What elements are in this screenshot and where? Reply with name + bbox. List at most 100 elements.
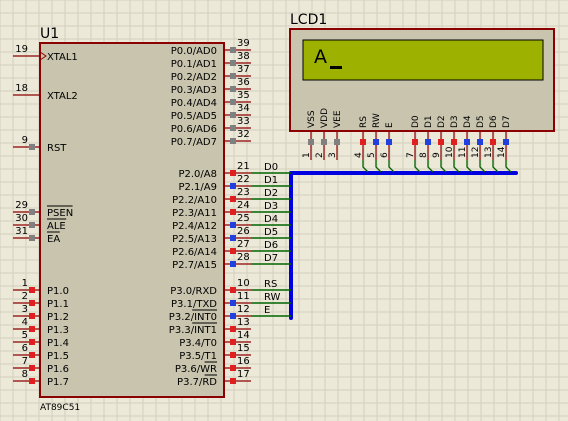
pin-name: XTAL1 (47, 52, 78, 63)
pin-name: P1.7 (47, 377, 69, 388)
pin-name: P3.4/T0 (179, 338, 217, 349)
net-label: E (264, 305, 270, 316)
pin-name: D3 (450, 115, 460, 128)
pin-name: P2.6/A14 (172, 247, 217, 258)
pin-number: 35 (237, 90, 250, 101)
pin-number: 37 (237, 64, 250, 75)
pin-state-indicator (334, 139, 340, 145)
pin-name: RW (372, 113, 382, 128)
pin-number: 27 (237, 239, 250, 250)
lcd-screen (302, 39, 544, 81)
pin-state-indicator (477, 139, 483, 145)
pin-state-indicator (230, 235, 236, 241)
pin-name: P3.0/RXD (170, 286, 217, 297)
pin-number: 9 (22, 135, 28, 146)
pin-name: PSEN (47, 208, 73, 219)
pin-state-indicator (412, 139, 418, 145)
pin-state-indicator (230, 222, 236, 228)
pin-state-indicator (464, 139, 470, 145)
pin-number: 23 (237, 187, 250, 198)
pin-number: 1 (302, 152, 312, 158)
pin-number: 33 (237, 116, 250, 127)
pin-name: P2.3/A11 (172, 208, 217, 219)
pin-name: ALE (47, 221, 66, 232)
pin-state-indicator (29, 144, 35, 150)
pin-number: 19 (15, 44, 28, 55)
pin-number: 24 (237, 200, 250, 211)
pin-name: VSS (307, 110, 317, 128)
pin-name: P2.0/A8 (178, 169, 217, 180)
mcu-reference: U1 (40, 26, 59, 42)
pin-state-indicator (29, 222, 35, 228)
pin-state-indicator (230, 339, 236, 345)
pin-state-indicator (230, 183, 236, 189)
pin-name: P1.2 (47, 312, 69, 323)
pin-number: 9 (432, 152, 442, 158)
pin-name: P0.0/AD0 (171, 46, 217, 57)
pin-number: 4 (22, 317, 28, 328)
mcu-right-pins: 39 P0.0/AD0 38 P0.1/AD1 37 P0.2/AD2 36 P0.3/AD3… (169, 38, 251, 388)
pin-name: D5 (476, 115, 486, 128)
net-label: D0 (264, 162, 278, 173)
pin-number: 6 (380, 152, 390, 158)
net-label: RW (264, 292, 281, 303)
net-label: D3 (264, 201, 278, 212)
pin-name: P2.7/A15 (172, 260, 217, 271)
pin-number: 31 (15, 226, 28, 237)
pin-state-indicator (230, 47, 236, 53)
pin-name: P1.4 (47, 338, 69, 349)
pin-state-indicator (29, 339, 35, 345)
pin-number: 15 (237, 343, 250, 354)
pin-number: 2 (22, 291, 28, 302)
pin-state-indicator (29, 313, 35, 319)
pin-name: P2.4/A12 (172, 221, 217, 232)
pin-state-indicator (29, 352, 35, 358)
pin-number: 5 (367, 152, 377, 158)
pin-name: P0.5/AD5 (171, 111, 217, 122)
net-label: D1 (264, 175, 278, 186)
schematic-canvas[interactable]: U1 AT89C51 19XTAL118XTAL29RST29PSEN30ALE… (0, 0, 568, 421)
pin-state-indicator (29, 300, 35, 306)
pin-state-indicator (230, 73, 236, 79)
pin-name: P1.1 (47, 299, 69, 310)
net-label: RS (264, 279, 277, 290)
pin-state-indicator (386, 139, 392, 145)
pin-state-indicator (230, 261, 236, 267)
pin-state-indicator (29, 378, 35, 384)
pin-number: 36 (237, 77, 250, 88)
pin-name: P2.1/A9 (178, 182, 217, 193)
pin-number: 13 (484, 147, 494, 158)
pin-number: 22 (237, 174, 250, 185)
net-label: D4 (264, 214, 278, 225)
pin-number: 32 (237, 129, 250, 140)
pin-name: P0.2/AD2 (171, 72, 217, 83)
pin-name: D1 (424, 115, 434, 128)
pin-number: 21 (237, 161, 250, 172)
net-label: D6 (264, 240, 278, 251)
pin-name: P3.6/WR (175, 364, 217, 375)
pin-number: 39 (237, 38, 250, 49)
mcu-component[interactable]: U1 AT89C51 19XTAL118XTAL29RST29PSEN30ALE… (13, 26, 251, 413)
pin-number: 4 (354, 152, 364, 158)
pin-name: P0.6/AD6 (171, 124, 217, 135)
pin-name: P1.5 (47, 351, 69, 362)
pin-number: 14 (497, 146, 507, 158)
pin-state-indicator (360, 139, 366, 145)
pin-number: 3 (22, 304, 28, 315)
pin-number: 13 (237, 317, 250, 328)
pin-name: P0.1/AD1 (171, 59, 217, 70)
pin-name: P0.3/AD3 (171, 85, 217, 96)
pin-number: 16 (237, 356, 250, 367)
pin-name: P1.3 (47, 325, 69, 336)
pin-number: 8 (22, 369, 28, 380)
net-label: D2 (264, 188, 278, 199)
pin-name: D2 (437, 115, 447, 128)
pin-state-indicator (230, 125, 236, 131)
pin-state-indicator (230, 326, 236, 332)
pin-name: RS (359, 116, 369, 128)
pin-name: P3.1/TXD (171, 299, 217, 310)
lcd-cursor (330, 66, 342, 69)
pin-number: 12 (237, 304, 250, 315)
pin-state-indicator (308, 139, 314, 145)
pin-state-indicator (230, 248, 236, 254)
